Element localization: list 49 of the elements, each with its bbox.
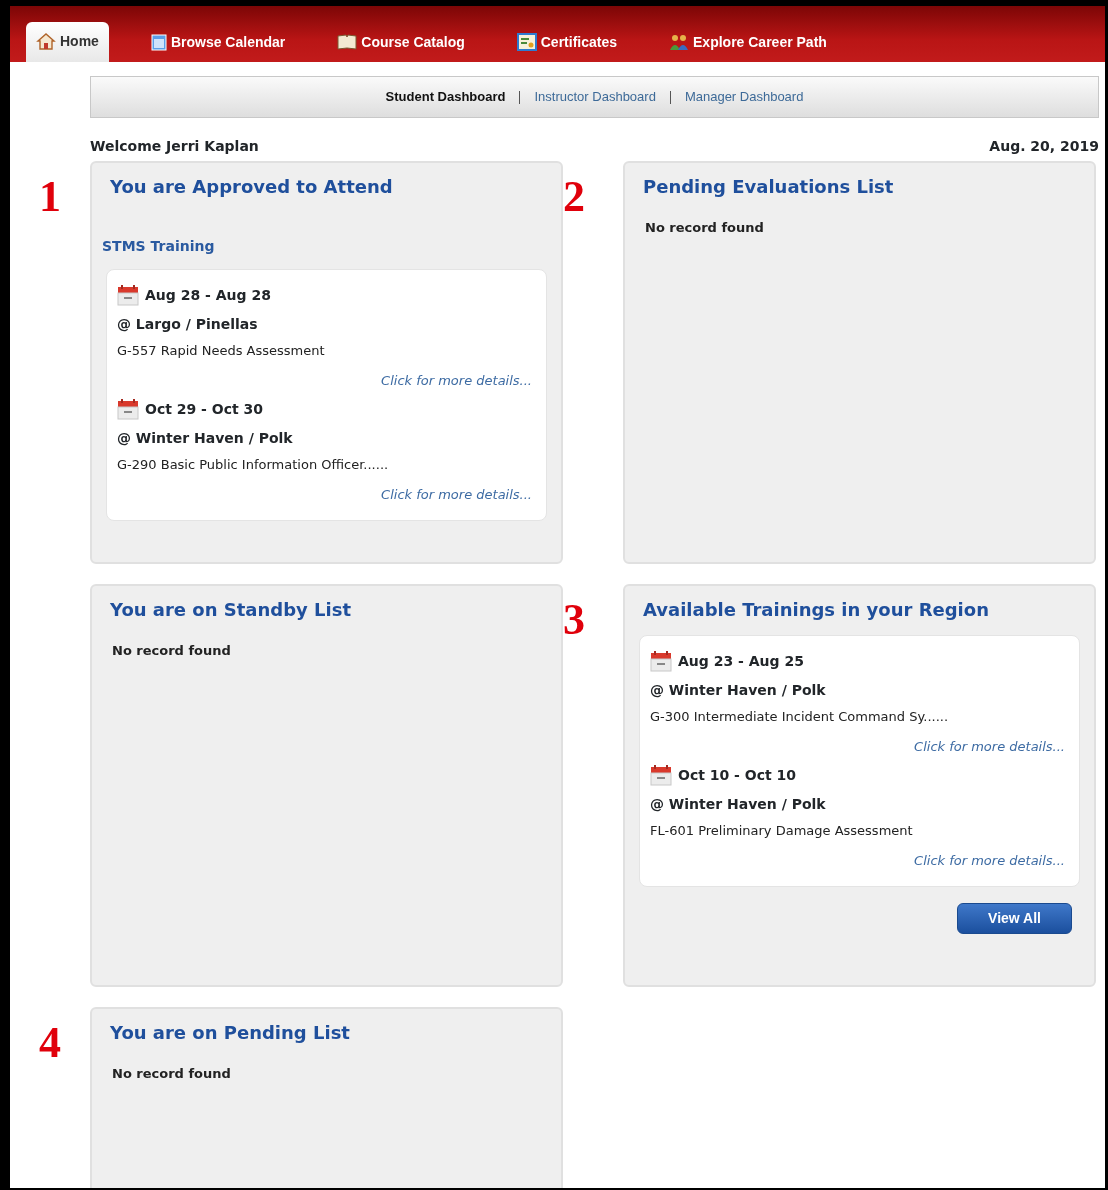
training-location: @ Winter Haven / Polk (117, 429, 294, 448)
training-location: @ Largo / Pinellas (117, 315, 259, 334)
calendar-icon (117, 398, 139, 420)
calendar-icon (150, 33, 167, 51)
nav-tab[interactable]: Explore Career Path (659, 22, 837, 62)
panel-title: Available Trainings in your Region (643, 598, 990, 622)
course-name: G-557 Rapid Needs Assessment (117, 342, 326, 360)
nav-tab[interactable]: Certificates (506, 22, 627, 62)
dashboard-link[interactable]: Instructor Dashboard (520, 87, 670, 107)
nav-tab[interactable]: Home (26, 22, 109, 62)
people-icon (669, 33, 689, 51)
panel-title: You are on Standby List (110, 598, 353, 622)
panel-title: Pending Evaluations List (643, 175, 895, 199)
annotation-number: 4 (39, 1021, 61, 1069)
calendar-icon (650, 764, 672, 786)
calendar-icon (650, 650, 672, 672)
training-dates: Aug 28 - Aug 28 (145, 286, 271, 305)
details-link[interactable]: Click for more details... (914, 850, 1065, 870)
training-location: @ Winter Haven / Polk (650, 795, 827, 814)
certificate-icon (516, 33, 537, 51)
dashboard-link[interactable]: Student Dashboard (371, 87, 520, 107)
house-icon (36, 32, 56, 50)
training-dates: Oct 29 - Oct 30 (145, 400, 264, 419)
panel-title: You are on Pending List (110, 1021, 351, 1045)
empty-message: No record found (645, 219, 765, 237)
nav-tab[interactable]: Browse Calendar (140, 22, 296, 62)
empty-message: No record found (112, 1065, 232, 1083)
course-name: G-290 Basic Public Information Officer...... (117, 456, 390, 474)
date-text: Aug. 20, 2019 (989, 137, 1099, 156)
nav-tab[interactable]: Course Catalog (327, 22, 475, 62)
details-link[interactable]: Click for more details... (914, 736, 1065, 756)
training-dates: Aug 23 - Aug 25 (678, 652, 804, 671)
dashboard-link[interactable]: Manager Dashboard (670, 87, 818, 107)
empty-message: No record found (112, 642, 232, 660)
training-dates: Oct 10 - Oct 10 (678, 766, 797, 785)
annotation-number: 2 (563, 175, 585, 223)
calendar-icon (117, 284, 139, 306)
annotation-number: 1 (39, 175, 61, 223)
view-all-button[interactable]: View All (957, 903, 1072, 934)
welcome-text: Welcome Jerri Kaplan (90, 137, 259, 156)
panel-title: You are Approved to Attend (110, 175, 394, 199)
section-heading: STMS Training (102, 237, 216, 256)
training-location: @ Winter Haven / Polk (650, 681, 827, 700)
course-name: FL-601 Preliminary Damage Assessment (650, 822, 914, 840)
details-link[interactable]: Click for more details... (381, 370, 532, 390)
details-link[interactable]: Click for more details... (381, 484, 532, 504)
course-name: G-300 Intermediate Incident Command Sy...... (650, 708, 950, 726)
book-icon (337, 34, 358, 50)
annotation-number: 3 (563, 598, 585, 646)
